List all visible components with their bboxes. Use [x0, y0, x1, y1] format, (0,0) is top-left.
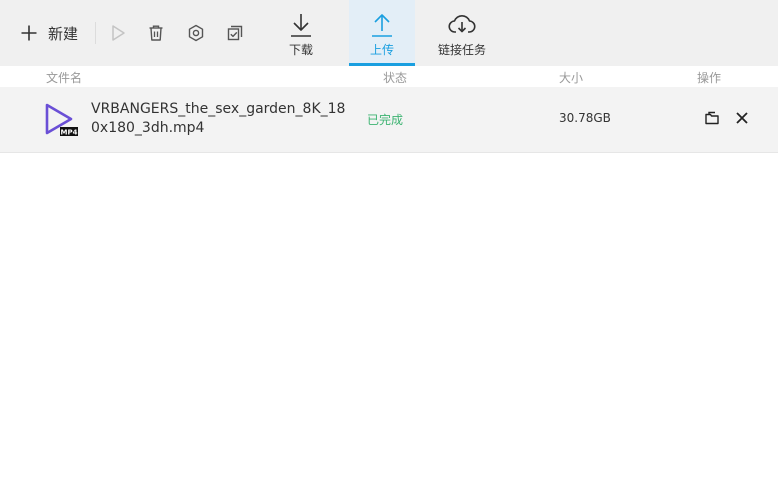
upload-icon [370, 12, 394, 38]
start-button[interactable] [106, 21, 130, 45]
new-task-label: 新建 [48, 24, 79, 43]
tab-link-tasks-label: 链接任务 [437, 43, 486, 57]
tab-upload[interactable]: 上传 [349, 0, 415, 66]
list-item[interactable]: MP4 VRBANGERS_the_sex_garden_8K_180x180_… [0, 87, 778, 153]
file-size: 30.78GB [559, 111, 611, 125]
play-icon [110, 24, 126, 42]
column-actions: 操作 [697, 71, 722, 85]
status-badge: 已完成 [367, 113, 404, 127]
new-task-button[interactable]: 新建 [20, 20, 78, 46]
multi-select-button[interactable] [223, 21, 247, 45]
toolbar: 新建 下载 上传 链接任务 [0, 0, 778, 66]
tab-download-label: 下载 [288, 43, 313, 57]
gear-icon [187, 24, 205, 42]
column-name: 文件名 [46, 71, 83, 85]
video-file-icon: MP4 [44, 103, 80, 139]
column-size: 大小 [559, 71, 584, 85]
download-icon [289, 12, 313, 38]
column-header: 文件名 状态 大小 操作 [0, 66, 778, 86]
open-folder-icon[interactable] [703, 109, 721, 127]
column-status: 状态 [383, 71, 408, 85]
tab-download[interactable]: 下载 [282, 0, 320, 66]
trash-icon [147, 24, 165, 42]
tab-upload-label: 上传 [369, 43, 394, 57]
plus-icon [20, 24, 38, 42]
toolbar-divider [95, 22, 96, 44]
delete-button[interactable] [144, 21, 168, 45]
file-type-badge: MP4 [61, 128, 78, 136]
file-name: VRBANGERS_the_sex_garden_8K_180x180_3dh.… [91, 101, 346, 136]
cloud-download-icon [448, 12, 476, 38]
close-icon[interactable] [733, 109, 751, 127]
tab-link-tasks[interactable]: 链接任务 [435, 0, 489, 66]
multi-select-icon [226, 24, 244, 42]
settings-button[interactable] [184, 21, 208, 45]
